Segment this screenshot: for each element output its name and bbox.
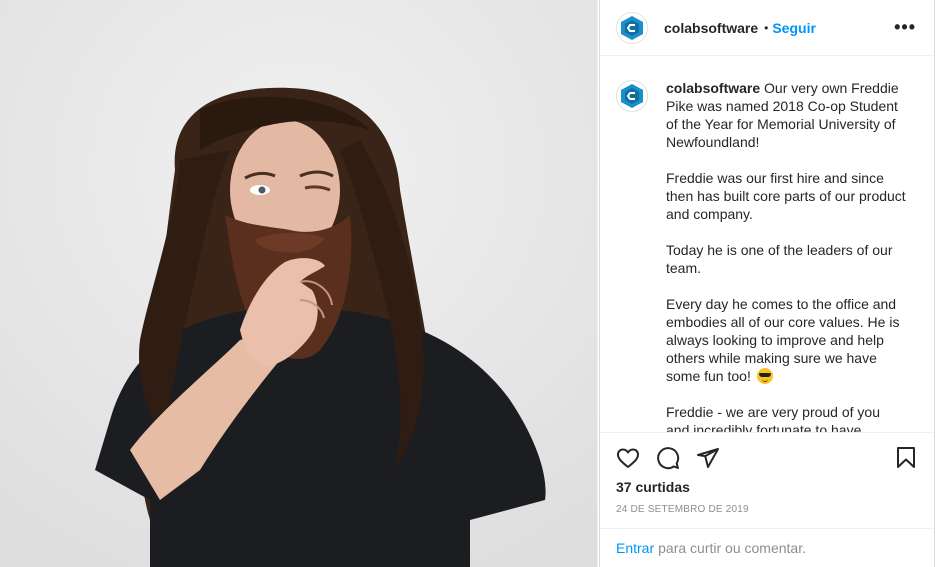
follow-separator: • <box>764 20 769 35</box>
caption-avatar[interactable] <box>616 80 648 112</box>
colab-logo-icon <box>621 84 643 108</box>
more-options-icon[interactable]: ••• <box>894 17 918 38</box>
caption-text: colabsoftware Our very own Freddie Pike … <box>666 79 906 432</box>
share-icon[interactable] <box>696 446 720 470</box>
actions-area: 37 curtidas 24 de setembro de 2019 <box>600 432 934 528</box>
caption-paragraph-3: Today he is one of the leaders of our te… <box>666 242 893 276</box>
action-icons-row <box>616 433 918 481</box>
post-timestamp[interactable]: 24 de setembro de 2019 <box>616 504 918 515</box>
caption-area[interactable]: colabsoftware Our very own Freddie Pike … <box>600 57 934 432</box>
avatar[interactable] <box>616 11 648 44</box>
caption-row: colabsoftware Our very own Freddie Pike … <box>616 79 918 432</box>
comment-icon[interactable] <box>656 446 680 470</box>
header-username[interactable]: colabsoftware <box>664 20 758 36</box>
login-prompt-text: para curtir ou comentar. <box>658 540 806 556</box>
caption-paragraph-1: colabsoftware Our very own Freddie Pike … <box>666 79 906 151</box>
colab-logo-icon <box>621 15 643 40</box>
caption-username[interactable]: colabsoftware <box>666 80 760 96</box>
post-details-panel: colabsoftware • Seguir ••• colabsoftware… <box>599 0 935 567</box>
login-link[interactable]: Entrar <box>616 540 654 556</box>
likes-count[interactable]: 37 curtidas <box>616 479 918 495</box>
post-photo[interactable] <box>0 0 598 567</box>
comment-login-bar: Entrar para curtir ou comentar. <box>600 528 934 567</box>
post-photo-illustration <box>0 0 597 567</box>
caption-paragraph-4: Every day he comes to the office and emb… <box>666 295 906 385</box>
follow-button[interactable]: Seguir <box>772 20 816 36</box>
bookmark-icon[interactable] <box>894 446 918 470</box>
post-header: colabsoftware • Seguir ••• <box>600 0 934 56</box>
caption-paragraph-2: Freddie was our first hire and since the… <box>666 170 906 222</box>
smiling-face-with-sunglasses-icon <box>756 368 773 384</box>
caption-paragraph-4-text: Every day he comes to the office and emb… <box>666 296 900 384</box>
caption-paragraph-5: Freddie - we are very proud of you and i… <box>666 404 880 432</box>
heart-icon[interactable] <box>616 446 640 470</box>
